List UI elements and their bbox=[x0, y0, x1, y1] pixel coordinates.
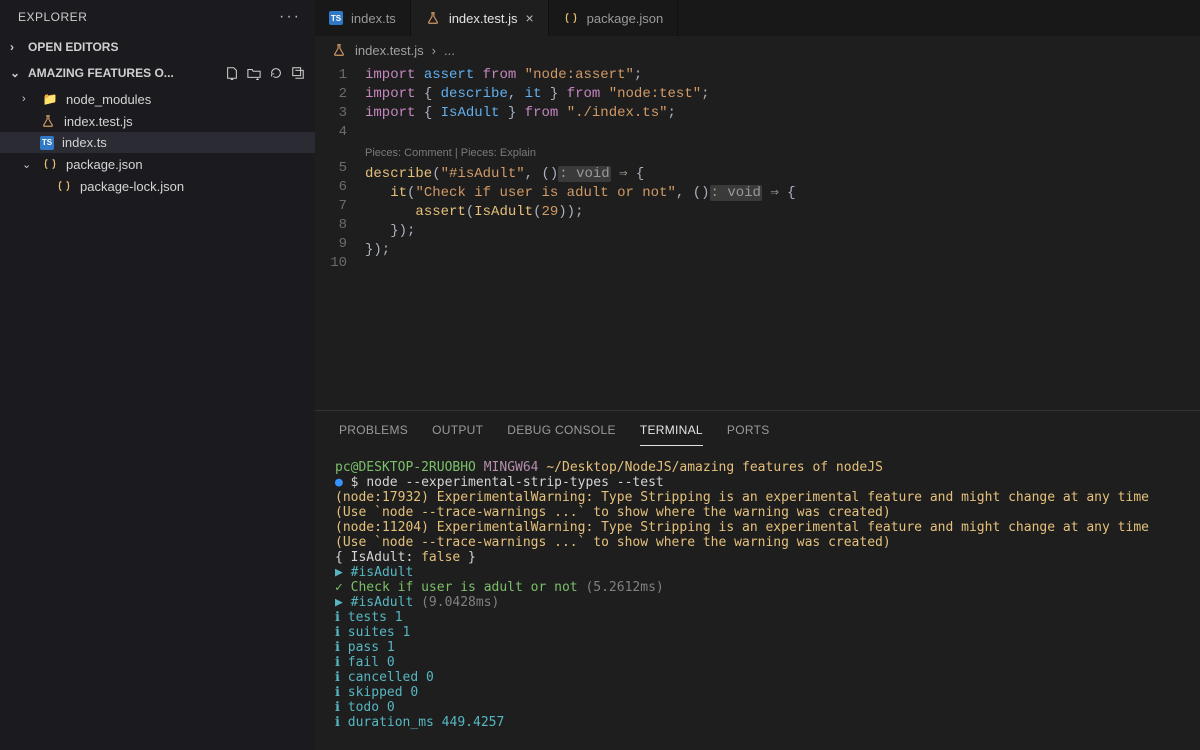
bottom-panel: PROBLEMS OUTPUT DEBUG CONSOLE TERMINAL P… bbox=[315, 410, 1200, 750]
panel-tab-output[interactable]: OUTPUT bbox=[432, 419, 483, 446]
breadcrumb-file: index.test.js bbox=[355, 43, 424, 58]
explorer-title: EXPLORER bbox=[18, 10, 87, 24]
file-label: index.test.js bbox=[64, 114, 133, 129]
flask-icon bbox=[331, 42, 347, 58]
json-icon bbox=[563, 10, 579, 26]
panel-tab-ports[interactable]: PORTS bbox=[727, 419, 770, 446]
open-editors-label: OPEN EDITORS bbox=[28, 40, 118, 54]
ts-icon: TS bbox=[40, 136, 54, 150]
tree-item-package-lock[interactable]: package-lock.json bbox=[0, 175, 315, 197]
chevron-right-icon: › bbox=[22, 93, 34, 105]
chevron-down-icon: ⌄ bbox=[22, 158, 34, 171]
flask-icon bbox=[40, 113, 56, 129]
tab-label: index.test.js bbox=[449, 11, 518, 26]
file-label: index.ts bbox=[62, 135, 107, 150]
tree-item-index-test[interactable]: index.test.js bbox=[0, 110, 315, 132]
tab-index-test-js[interactable]: index.test.js × bbox=[411, 0, 549, 36]
file-label: package.json bbox=[66, 157, 143, 172]
code-editor[interactable]: 1234 5678910 import assert from "node:as… bbox=[315, 64, 1200, 410]
explorer-header: EXPLORER ··· bbox=[0, 0, 315, 34]
collapse-icon[interactable] bbox=[291, 66, 305, 80]
line-gutter: 1234 5678910 bbox=[315, 66, 365, 410]
explorer-sidebar: EXPLORER ··· › OPEN EDITORS ⌄ AMAZING FE… bbox=[0, 0, 315, 750]
tree-item-package-json[interactable]: ⌄ package.json bbox=[0, 153, 315, 175]
main-area: TS index.ts index.test.js × package.json… bbox=[315, 0, 1200, 750]
workspace-section[interactable]: ⌄ AMAZING FEATURES O... bbox=[0, 60, 315, 86]
ts-icon: TS bbox=[329, 11, 343, 25]
folder-icon: 📁 bbox=[42, 91, 58, 107]
codelens[interactable]: Pieces: Comment | Pieces: Explain bbox=[365, 142, 1200, 165]
workspace-label: AMAZING FEATURES O... bbox=[28, 66, 219, 80]
chevron-right-icon: › bbox=[10, 40, 22, 54]
json-icon bbox=[56, 178, 72, 194]
tree-item-index-ts[interactable]: TS index.ts bbox=[0, 132, 315, 153]
explorer-more-icon[interactable]: ··· bbox=[279, 8, 301, 26]
panel-tab-debug-console[interactable]: DEBUG CONSOLE bbox=[507, 419, 616, 446]
panel-tab-problems[interactable]: PROBLEMS bbox=[339, 419, 408, 446]
close-tab-icon[interactable]: × bbox=[525, 10, 533, 26]
terminal-output[interactable]: pc@DESKTOP-2RUOBHO MINGW64 ~/Desktop/Nod… bbox=[315, 446, 1200, 750]
panel-tabs: PROBLEMS OUTPUT DEBUG CONSOLE TERMINAL P… bbox=[315, 411, 1200, 446]
breadcrumb[interactable]: index.test.js › ... bbox=[315, 36, 1200, 64]
json-icon bbox=[42, 156, 58, 172]
code-content[interactable]: import assert from "node:assert"; import… bbox=[365, 66, 1200, 410]
breadcrumb-rest: ... bbox=[444, 43, 455, 58]
file-label: package-lock.json bbox=[80, 179, 184, 194]
tab-label: package.json bbox=[587, 11, 664, 26]
flask-icon bbox=[425, 10, 441, 26]
tab-package-json[interactable]: package.json bbox=[549, 0, 679, 36]
chevron-down-icon: ⌄ bbox=[10, 66, 22, 80]
tree-item-node-modules[interactable]: › 📁 node_modules bbox=[0, 88, 315, 110]
panel-tab-terminal[interactable]: TERMINAL bbox=[640, 419, 703, 446]
tab-label: index.ts bbox=[351, 11, 396, 26]
new-folder-icon[interactable] bbox=[247, 66, 261, 80]
tab-index-ts[interactable]: TS index.ts bbox=[315, 0, 411, 36]
refresh-icon[interactable] bbox=[269, 66, 283, 80]
workspace-actions bbox=[225, 66, 305, 80]
file-tree: › 📁 node_modules index.test.js TS index.… bbox=[0, 86, 315, 199]
breadcrumb-sep: › bbox=[432, 43, 436, 58]
file-label: node_modules bbox=[66, 92, 151, 107]
new-file-icon[interactable] bbox=[225, 66, 239, 80]
editor-tabs: TS index.ts index.test.js × package.json bbox=[315, 0, 1200, 36]
open-editors-section[interactable]: › OPEN EDITORS bbox=[0, 34, 315, 60]
